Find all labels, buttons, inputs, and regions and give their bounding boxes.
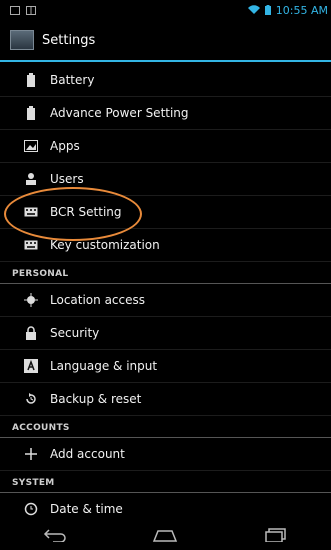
status-left [10,5,36,15]
settings-item-key-customization[interactable]: Key customization [0,229,331,262]
back-icon[interactable] [43,528,67,542]
settings-item-label: Add account [50,447,125,461]
recent-apps-icon[interactable] [264,527,288,542]
language-icon [22,357,40,375]
add-icon [22,445,40,463]
location-icon [22,291,40,309]
settings-item-label: Users [50,172,84,186]
keyboard-icon [22,236,40,254]
lock-icon [22,324,40,342]
screenshot-icon [10,5,20,15]
action-bar: Settings [0,20,331,62]
users-icon [22,170,40,188]
settings-item-label: Location access [50,293,146,307]
settings-item-add-account[interactable]: Add account [0,438,331,471]
section-header-personal: PERSONAL [0,262,331,284]
settings-item-security[interactable]: Security [0,317,331,350]
settings-item-label: BCR Setting [50,205,122,219]
settings-item-label: Backup & reset [50,392,142,406]
settings-item-bcr-setting[interactable]: BCR Setting [0,196,331,229]
battery-status-icon [264,5,271,15]
keyboard-icon [22,203,40,221]
settings-item-label: Security [50,326,100,340]
settings-item-apps[interactable]: Apps [0,130,331,163]
settings-item-location[interactable]: Location access [0,284,331,317]
clock-icon [22,500,40,518]
backup-icon [22,390,40,408]
page-title: Settings [42,32,96,48]
apps-icon [22,137,40,155]
settings-item-battery[interactable]: Battery [0,64,331,97]
battery-icon [22,71,40,89]
settings-item-label: Battery [50,73,95,87]
wifi-icon [247,5,260,15]
section-header-system: SYSTEM [0,471,331,493]
settings-item-date-time[interactable]: Date & time [0,493,331,519]
status-right: 10:55 AM [247,3,328,17]
settings-item-backup-reset[interactable]: Backup & reset [0,383,331,416]
status-bar: 10:55 AM [0,0,331,20]
notification-icon [26,5,36,15]
battery-icon [22,104,40,122]
settings-item-advance-power[interactable]: Advance Power Setting [0,97,331,130]
settings-app-icon[interactable] [10,30,34,50]
settings-item-label: Apps [50,139,80,153]
navigation-bar [0,519,331,550]
settings-item-label: Advance Power Setting [50,106,189,120]
home-icon[interactable] [152,528,178,542]
settings-item-language[interactable]: Language & input [0,350,331,383]
status-time: 10:55 AM [275,3,328,17]
settings-item-label: Language & input [50,359,158,373]
section-header-accounts: ACCOUNTS [0,416,331,438]
settings-item-users[interactable]: Users [0,163,331,196]
settings-list: Battery Advance Power Setting Apps Users… [0,64,331,519]
settings-item-label: Key customization [50,238,160,252]
settings-item-label: Date & time [50,502,123,516]
